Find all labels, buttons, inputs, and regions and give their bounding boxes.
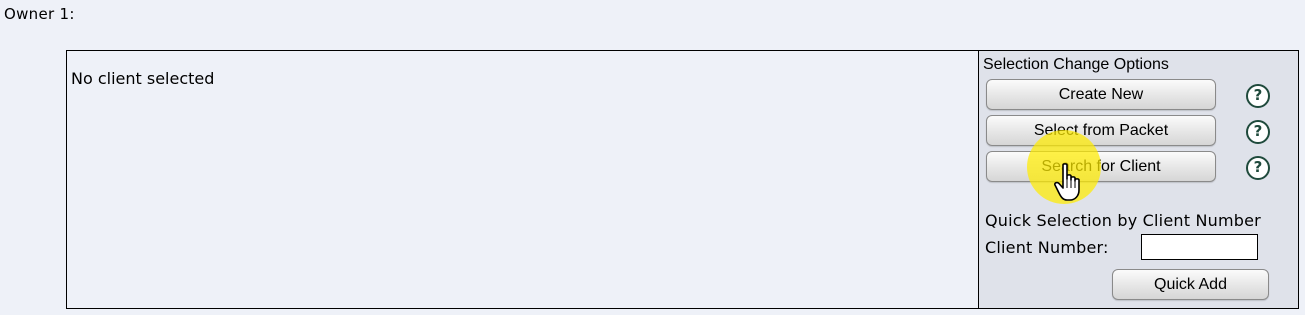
select-from-packet-button[interactable]: Select from Packet [986,115,1216,146]
question-circle-icon[interactable]: ? [1246,120,1270,144]
client-status-text: No client selected [71,69,215,88]
selection-options-panel: Selection Change Options Create New ? Se… [979,51,1298,308]
question-circle-icon[interactable]: ? [1246,156,1270,180]
quick-add-button[interactable]: Quick Add [1112,269,1269,300]
client-number-input[interactable] [1141,234,1258,260]
owner-box: No client selected Selection Change Opti… [66,50,1299,309]
client-number-label: Client Number: [985,238,1109,257]
owner-selection-page: Owner 1: No client selected Selection Ch… [0,0,1305,315]
search-for-client-button[interactable]: Search for Client [986,151,1216,182]
client-panel: No client selected [67,51,979,308]
owner-label: Owner 1: [4,5,75,23]
create-new-button[interactable]: Create New [986,79,1216,110]
quick-selection-title: Quick Selection by Client Number [985,211,1261,230]
selection-options-title: Selection Change Options [983,56,1169,73]
question-circle-icon[interactable]: ? [1246,84,1270,108]
